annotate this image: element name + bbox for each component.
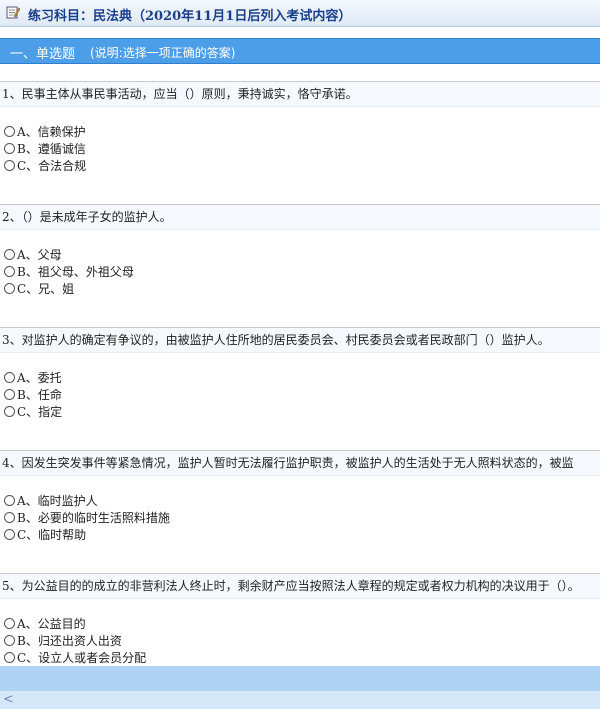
radio-button[interactable] xyxy=(4,652,15,663)
option-label: A、父母 xyxy=(17,248,62,262)
option-label: B、归还出资人出资 xyxy=(17,634,122,648)
question-3: 3、对监护人的确定有争议的，由被监护人住所地的居民委员会、村民委员会或者民政部门… xyxy=(0,327,600,450)
radio-button[interactable] xyxy=(4,143,15,154)
option-b[interactable]: B、必要的临时生活照料措施 xyxy=(4,510,600,527)
radio-button[interactable] xyxy=(4,495,15,506)
page-title: 练习科目：民法典（2020年11月1日后列入考试内容） xyxy=(28,9,352,24)
section-title: 一、单选题 xyxy=(10,47,76,62)
radio-button[interactable] xyxy=(4,635,15,646)
option-c[interactable]: C、临时帮助 xyxy=(4,527,600,544)
radio-button[interactable] xyxy=(4,406,15,417)
option-label: B、祖父母、外祖父母 xyxy=(17,265,134,279)
option-b[interactable]: B、任命 xyxy=(4,387,600,404)
section-note: (说明:选择一项正确的答案) xyxy=(90,46,236,60)
question-text: 3、对监护人的确定有争议的，由被监护人住所地的居民委员会、村民委员会或者民政部门… xyxy=(0,328,600,353)
option-a[interactable]: A、委托 xyxy=(4,370,600,387)
option-label: A、临时监护人 xyxy=(17,494,98,508)
option-b[interactable]: B、遵循诚信 xyxy=(4,141,600,158)
radio-button[interactable] xyxy=(4,126,15,137)
option-label: C、合法合规 xyxy=(17,159,87,173)
option-a[interactable]: A、父母 xyxy=(4,247,600,264)
radio-button[interactable] xyxy=(4,249,15,260)
option-c[interactable]: C、兄、姐 xyxy=(4,281,600,298)
option-list: A、公益目的 B、归还出资人出资 C、设立人或者会员分配 xyxy=(0,599,600,667)
option-b[interactable]: B、归还出资人出资 xyxy=(4,633,600,650)
title-bar: 练习科目：民法典（2020年11月1日后列入考试内容） xyxy=(0,0,600,27)
option-list: A、父母 B、祖父母、外祖父母 C、兄、姐 xyxy=(0,230,600,298)
option-label: C、指定 xyxy=(17,405,63,419)
question-text: 2、（）是未成年子女的监护人。 xyxy=(0,205,600,230)
option-label: C、设立人或者会员分配 xyxy=(17,651,147,665)
question-4: 4、因发生突发事件等紧急情况，监护人暂时无法履行监护职责，被监护人的生活处于无人… xyxy=(0,450,600,573)
option-list: A、委托 B、任命 C、指定 xyxy=(0,353,600,421)
option-a[interactable]: A、信赖保护 xyxy=(4,124,600,141)
radio-button[interactable] xyxy=(4,160,15,171)
option-c[interactable]: C、设立人或者会员分配 xyxy=(4,650,600,667)
question-2: 2、（）是未成年子女的监护人。 A、父母 B、祖父母、外祖父母 C、兄、姐 xyxy=(0,204,600,327)
question-text: 4、因发生突发事件等紧急情况，监护人暂时无法履行监护职责，被监护人的生活处于无人… xyxy=(0,451,600,476)
option-b[interactable]: B、祖父母、外祖父母 xyxy=(4,264,600,281)
option-label: B、必要的临时生活照料措施 xyxy=(17,511,170,525)
radio-button[interactable] xyxy=(4,283,15,294)
option-c[interactable]: C、指定 xyxy=(4,404,600,421)
option-label: A、信赖保护 xyxy=(17,125,86,139)
option-label: B、遵循诚信 xyxy=(17,142,86,156)
option-label: A、公益目的 xyxy=(17,617,86,631)
radio-button[interactable] xyxy=(4,389,15,400)
option-a[interactable]: A、公益目的 xyxy=(4,616,600,633)
question-1: 1、民事主体从事民事活动，应当（）原则，秉持诚实，恪守承诺。 A、信赖保护 B、… xyxy=(0,81,600,204)
radio-button[interactable] xyxy=(4,266,15,277)
option-c[interactable]: C、合法合规 xyxy=(4,158,600,175)
option-label: B、任命 xyxy=(17,388,62,402)
option-label: C、临时帮助 xyxy=(17,528,87,542)
radio-button[interactable] xyxy=(4,618,15,629)
footer-band xyxy=(0,666,600,690)
radio-button[interactable] xyxy=(4,529,15,540)
option-label: C、兄、姐 xyxy=(17,282,75,296)
radio-button[interactable] xyxy=(4,372,15,383)
radio-button[interactable] xyxy=(4,512,15,523)
horizontal-scrollbar[interactable]: < xyxy=(0,690,600,709)
scroll-left-arrow-icon[interactable]: < xyxy=(3,692,14,707)
question-text: 5、为公益目的的成立的非营利法人终止时，剩余财产应当按照法人章程的规定或者权力机… xyxy=(0,574,600,599)
section-header: 一、单选题 (说明:选择一项正确的答案) xyxy=(0,38,600,64)
option-a[interactable]: A、临时监护人 xyxy=(4,493,600,510)
option-list: A、信赖保护 B、遵循诚信 C、合法合规 xyxy=(0,107,600,175)
option-label: A、委托 xyxy=(17,371,62,385)
edit-icon xyxy=(6,6,20,19)
option-list: A、临时监护人 B、必要的临时生活照料措施 C、临时帮助 xyxy=(0,476,600,544)
question-text: 1、民事主体从事民事活动，应当（）原则，秉持诚实，恪守承诺。 xyxy=(0,82,600,107)
